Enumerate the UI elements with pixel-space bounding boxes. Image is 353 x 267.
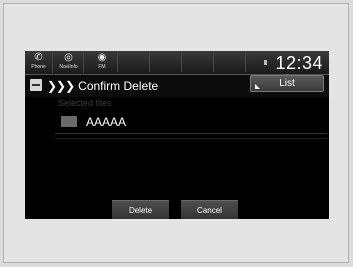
section-label: Selected files: [58, 98, 112, 108]
divider: [117, 53, 118, 72]
page-title-text: Confirm Delete: [78, 79, 159, 93]
divider: [245, 53, 246, 72]
cancel-button[interactable]: Cancel: [181, 200, 238, 219]
divider: [181, 53, 182, 72]
navi-icon: ◎: [64, 52, 73, 63]
fm-label: FM: [98, 64, 106, 70]
list-button-label: List: [279, 78, 295, 89]
list-item[interactable]: AAAAA: [55, 111, 327, 134]
fm-button[interactable]: ◉ FM: [91, 52, 113, 73]
phone-label: Phone: [31, 64, 46, 70]
phone-icon: ✆: [34, 52, 43, 63]
file-icon: [30, 79, 42, 91]
navi-button[interactable]: ◎ NaviInfo: [54, 52, 84, 73]
infotainment-screen: ✆ Phone ◎ NaviInfo ◉ FM 12:34 ❯❯❯ Confirm…: [25, 51, 329, 219]
page-title: ❯❯❯ Confirm Delete: [47, 77, 158, 95]
divider: [149, 53, 150, 72]
file-name: AAAAA: [86, 115, 127, 129]
delete-button[interactable]: Delete: [112, 200, 169, 219]
list-button[interactable]: List: [250, 75, 324, 92]
divider: [55, 138, 327, 139]
status-bar: ✆ Phone ◎ NaviInfo ◉ FM 12:34: [25, 51, 329, 75]
file-checkbox-icon: [61, 116, 77, 127]
navi-label: NaviInfo: [59, 64, 78, 70]
corner-arrow-icon: [255, 84, 260, 89]
divider: [213, 53, 214, 72]
signal-icon: [264, 60, 267, 65]
chevrons-icon: ❯❯❯: [47, 79, 75, 93]
clock: 12:34: [275, 53, 323, 73]
phone-button[interactable]: ✆ Phone: [25, 52, 53, 73]
radio-icon: ◉: [97, 52, 107, 63]
action-bar: [25, 197, 329, 219]
